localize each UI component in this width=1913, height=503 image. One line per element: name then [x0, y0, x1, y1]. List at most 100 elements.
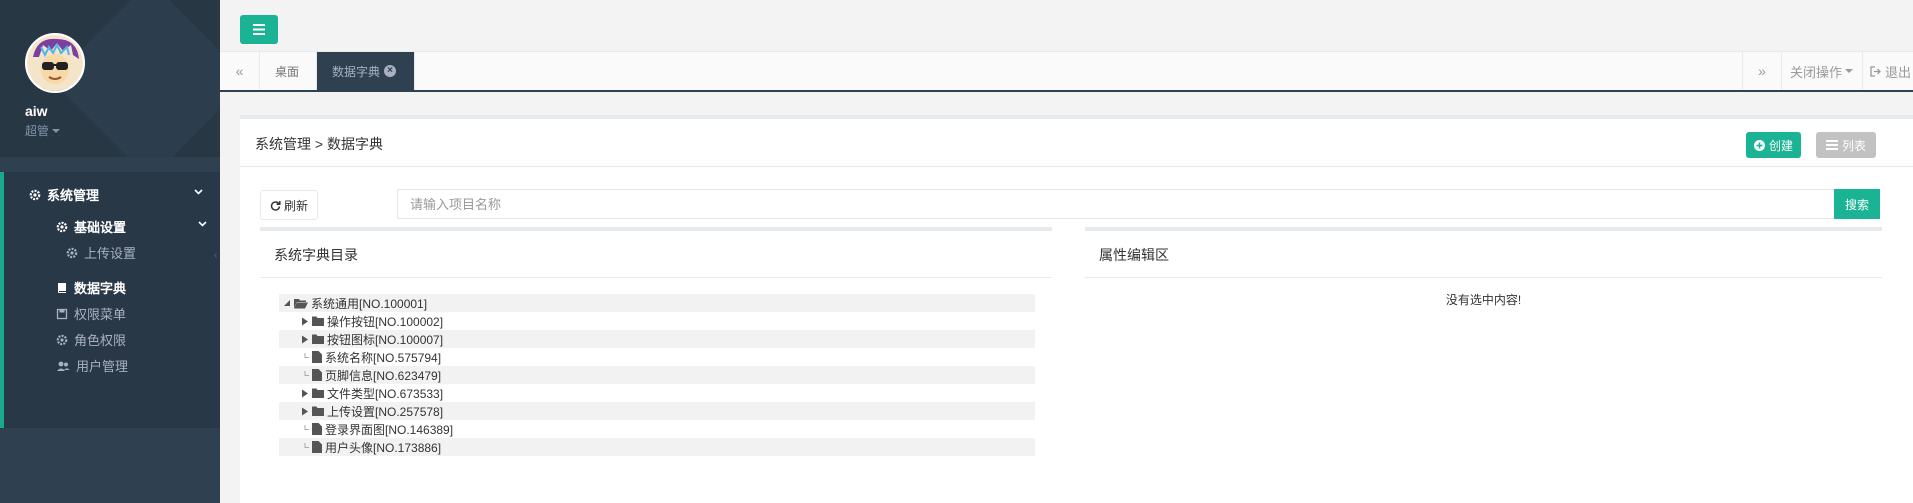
- tree-node-label: 系统名称[NO.575794]: [325, 350, 442, 365]
- menu-bars-icon: [253, 24, 265, 35]
- tree-node-label: 操作按钮[NO.100002]: [327, 314, 444, 329]
- page-tabs-bar: « 桌面 数据字典 × » 关闭操作 退出: [220, 52, 1913, 92]
- tree-line-icon: [304, 370, 309, 376]
- panel-title: 系统字典目录: [274, 247, 358, 263]
- sign-out-icon: [1870, 65, 1881, 77]
- collapsed-arrow-icon[interactable]: [301, 389, 309, 398]
- main-content: 系统管理 > 数据字典 创建 列表 刷新 搜索 系统字典目录 系统通用[NO.1…: [240, 115, 1913, 503]
- tree-node-label: 按钮图标[NO.100007]: [327, 332, 444, 347]
- expanded-arrow-icon[interactable]: [283, 299, 291, 307]
- tree-node[interactable]: 系统通用[NO.100001]: [279, 294, 1035, 312]
- tree-node-label: 系统通用[NO.100001]: [311, 296, 428, 311]
- divider: [240, 166, 1913, 167]
- tab-data-dictionary[interactable]: 数据字典 ×: [317, 52, 415, 90]
- chevron-down-icon[interactable]: [194, 189, 203, 195]
- collapsed-arrow-icon[interactable]: [301, 335, 309, 344]
- tab-label: 数据字典: [332, 64, 381, 79]
- sidebar-item-role-permissions[interactable]: 角色权限: [56, 330, 126, 349]
- panel-title: 属性编辑区: [1099, 247, 1169, 263]
- chevron-down-icon[interactable]: [198, 221, 207, 227]
- refresh-button[interactable]: 刷新: [260, 190, 318, 220]
- tree-node[interactable]: 按钮图标[NO.100007]: [279, 330, 1035, 348]
- users-icon: [57, 361, 70, 371]
- tree-node[interactable]: 操作按钮[NO.100002]: [279, 312, 1035, 330]
- caret-down-icon: [1845, 69, 1854, 73]
- sidebar-item-label: 权限菜单: [74, 307, 127, 322]
- user-name: aiw: [25, 103, 48, 119]
- file-icon: [312, 369, 322, 381]
- sidebar-item-label: 上传设置: [84, 246, 137, 261]
- search-button[interactable]: 搜索: [1834, 189, 1880, 219]
- tree-line-icon: [304, 424, 309, 430]
- folder-icon: [312, 316, 324, 326]
- sidebar-item-permission-menu[interactable]: 权限菜单: [56, 304, 126, 323]
- sidebar-item-data-dictionary[interactable]: 数据字典: [56, 278, 126, 297]
- tabs-scroll-left-button[interactable]: «: [220, 52, 260, 90]
- folder-open-icon: [294, 298, 308, 308]
- gear-icon: [29, 189, 41, 200]
- refresh-icon: [270, 200, 281, 211]
- divider: [260, 277, 1052, 278]
- collapsed-arrow-icon[interactable]: [301, 407, 309, 416]
- file-icon: [312, 423, 322, 435]
- attribute-edit-panel: 属性编辑区 没有选中内容!: [1085, 227, 1882, 497]
- tree-node-label: 文件类型[NO.673533]: [327, 386, 444, 401]
- tree-node-label: 用户头像[NO.173886]: [325, 440, 442, 455]
- sidebar-item-user-management[interactable]: 用户管理: [56, 356, 128, 375]
- folder-icon: [312, 406, 324, 416]
- tree-node[interactable]: 用户头像[NO.173886]: [279, 438, 1035, 456]
- top-navbar: [220, 0, 1913, 52]
- tabs-scroll-right-button[interactable]: »: [1742, 52, 1782, 90]
- refresh-label: 刷新: [283, 198, 308, 213]
- folder-icon: [312, 334, 324, 344]
- tree-line-icon: [304, 442, 309, 448]
- empty-selection-message: 没有选中内容!: [1445, 293, 1522, 307]
- list-button[interactable]: 列表: [1816, 132, 1877, 158]
- sidebar-nav: 系统管理 基础设置 上传设置 数据字典 权限菜单 角色权限 用户管理: [0, 172, 220, 428]
- close-icon[interactable]: ×: [384, 65, 397, 77]
- tree-node[interactable]: 登录界面图[NO.146389]: [279, 420, 1035, 438]
- gear-icon: [56, 221, 68, 232]
- tree-node[interactable]: 系统名称[NO.575794]: [279, 348, 1035, 366]
- sidebar-item-label: 角色权限: [74, 333, 127, 348]
- tree-node-label: 上传设置[NO.257578]: [327, 404, 444, 419]
- sidebar: aiw 超管 系统管理 基础设置 上传设置 数据字典 权限菜单 角色权限 用户管…: [0, 0, 220, 503]
- logout-label: 退出: [1885, 64, 1912, 80]
- tab-label: 桌面: [275, 64, 300, 79]
- file-icon: [312, 351, 322, 363]
- sidebar-group-label: 系统管理: [47, 188, 100, 203]
- avatar[interactable]: [25, 33, 85, 93]
- list-label: 列表: [1842, 138, 1867, 153]
- collapsed-arrow-icon[interactable]: [301, 317, 309, 326]
- sidebar-subgroup-basic[interactable]: 基础设置: [56, 217, 126, 236]
- close-operations-dropdown[interactable]: 关闭操作: [1790, 52, 1854, 90]
- plus-circle-icon: [1754, 139, 1765, 151]
- tree-node-label: 页脚信息[NO.623479]: [325, 368, 442, 383]
- user-role-dropdown[interactable]: 超管: [25, 122, 220, 139]
- sidebar-subgroup-label: 基础设置: [74, 220, 127, 235]
- breadcrumb: 系统管理 > 数据字典: [255, 136, 383, 152]
- file-icon: [312, 441, 322, 453]
- save-icon: [56, 308, 68, 319]
- gear-icon: [66, 247, 78, 258]
- search-input[interactable]: [397, 189, 1837, 219]
- user-role-label: 超管: [25, 124, 50, 138]
- tab-desktop[interactable]: 桌面: [260, 52, 317, 90]
- tree-line-icon: [304, 352, 309, 358]
- logout-button[interactable]: 退出: [1862, 52, 1911, 90]
- sidebar-collapse-handle[interactable]: ‹: [214, 250, 217, 261]
- dictionary-tree: 系统通用[NO.100001] 操作按钮[NO.100002] 按钮图标[NO.…: [279, 294, 1035, 456]
- folder-icon: [312, 388, 324, 398]
- divider: [1085, 277, 1882, 278]
- sidebar-item-label: 数据字典: [74, 281, 127, 296]
- tree-node[interactable]: 文件类型[NO.673533]: [279, 384, 1035, 402]
- tree-node[interactable]: 页脚信息[NO.623479]: [279, 366, 1035, 384]
- sidebar-group-system[interactable]: 系统管理: [29, 185, 99, 204]
- sidebar-item-label: 用户管理: [76, 359, 129, 374]
- create-button[interactable]: 创建: [1746, 132, 1802, 158]
- tree-node-label: 登录界面图[NO.146389]: [325, 422, 454, 437]
- menu-toggle-button[interactable]: [240, 15, 278, 44]
- tree-node[interactable]: 上传设置[NO.257578]: [279, 402, 1035, 420]
- sidebar-item-upload-settings[interactable]: 上传设置: [66, 243, 136, 262]
- book-icon: [58, 282, 66, 293]
